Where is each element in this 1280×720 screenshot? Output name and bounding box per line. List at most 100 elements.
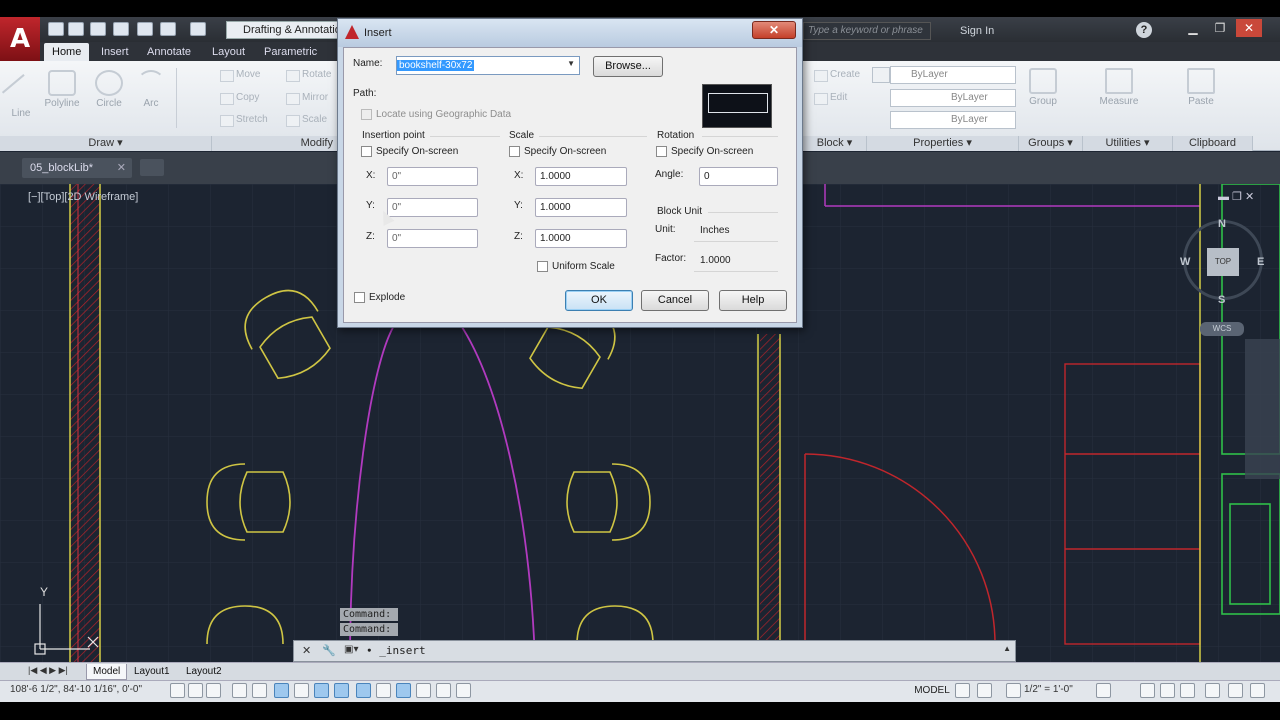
polyline-button[interactable]: Polyline (40, 70, 84, 109)
clean-screen-icon[interactable] (1228, 683, 1243, 698)
command-prompt[interactable]: ∙ _insert (366, 644, 426, 657)
selection-cycling-icon[interactable] (436, 683, 451, 698)
quick-properties-icon[interactable] (416, 683, 431, 698)
circle-button[interactable]: Circle (90, 70, 128, 109)
insertion-x-field[interactable]: 0" (387, 167, 478, 186)
color-combo[interactable]: ByLayer (890, 66, 1016, 84)
grid-icon[interactable] (206, 683, 221, 698)
insertion-y-field[interactable]: 0" (387, 198, 478, 217)
isolate-objects-icon[interactable] (1205, 683, 1220, 698)
scale-button[interactable]: Scale (284, 111, 334, 129)
tab-home[interactable]: Home (44, 43, 90, 61)
copy-button[interactable]: Copy (218, 89, 278, 107)
annotation-visibility-icon[interactable] (1096, 683, 1111, 698)
model-space-button[interactable]: MODEL (912, 683, 952, 699)
infer-constraints-icon[interactable] (170, 683, 185, 698)
tab-annotate[interactable]: Annotate (139, 43, 199, 61)
recent-commands-icon[interactable]: ▣▾ (344, 644, 358, 655)
hardware-acceleration-icon[interactable] (1180, 683, 1195, 698)
cancel-button[interactable]: Cancel (641, 290, 709, 311)
lineweight-combo[interactable]: ByLayer (890, 111, 1016, 129)
block-edit-button[interactable]: Edit (812, 89, 868, 107)
restore-icon[interactable]: ❐ (1207, 19, 1233, 37)
viewcube-west[interactable]: W (1180, 256, 1190, 268)
chevron-down-icon[interactable]: ▼ (567, 59, 575, 68)
tab-insert[interactable]: Insert (93, 43, 137, 61)
linetype-combo[interactable]: ByLayer (890, 89, 1016, 107)
command-line[interactable]: ✕ 🔧 ▣▾ ∙ _insert ▲ (293, 640, 1016, 662)
close-tab-icon[interactable]: ✕ (117, 158, 126, 178)
ducs-icon[interactable] (334, 683, 349, 698)
angle-field[interactable]: 0 (699, 167, 778, 186)
name-combo[interactable]: bookshelf-30x72 ▼ (396, 56, 580, 75)
search-input[interactable]: Type a keyword or phrase (803, 22, 931, 40)
tab-layout2[interactable]: Layout2 (180, 664, 228, 680)
coordinates-readout[interactable]: 108'-6 1/2", 84'-10 1/16", 0'-0" (10, 684, 142, 695)
match-properties-icon[interactable] (872, 67, 890, 83)
osnap-icon[interactable] (274, 683, 289, 698)
annotation-monitor-icon[interactable] (456, 683, 471, 698)
arc-button[interactable]: Arc (136, 70, 166, 109)
clipboard-panel-title[interactable]: Clipboard (1173, 136, 1253, 151)
viewcube-east[interactable]: E (1257, 256, 1264, 268)
viewcube-north[interactable]: N (1218, 218, 1226, 230)
tab-layout[interactable]: Layout (204, 43, 253, 61)
undo-icon[interactable] (160, 22, 176, 36)
minimize-icon[interactable]: ▁ (1180, 19, 1206, 37)
status-menu-icon[interactable] (1250, 683, 1265, 698)
move-button[interactable]: Move (218, 66, 278, 84)
window-close-icon[interactable]: ✕ (1236, 19, 1262, 37)
quick-view-drawings-icon[interactable] (977, 683, 992, 698)
ok-button[interactable]: OK (565, 290, 633, 311)
rotation-specify-checkbox[interactable] (656, 146, 667, 157)
viewcube-top-face[interactable]: TOP (1207, 248, 1239, 276)
scale-y-field[interactable]: 1.0000 (535, 198, 627, 217)
annotation-scale-icon[interactable] (1006, 683, 1021, 698)
new-tab-button[interactable] (140, 159, 164, 176)
3d-osnap-icon[interactable] (294, 683, 309, 698)
uniform-scale-checkbox[interactable] (537, 261, 548, 272)
tab-model[interactable]: Model (86, 664, 128, 680)
customize-icon[interactable]: 🔧 (322, 644, 336, 657)
insertion-specify-checkbox[interactable] (361, 146, 372, 157)
utilities-panel-title[interactable]: Utilities ▾ (1083, 136, 1173, 151)
viewport-controls[interactable]: [−][Top][2D Wireframe] (28, 191, 138, 203)
quick-view-layouts-icon[interactable] (955, 683, 970, 698)
otrack-icon[interactable] (314, 683, 329, 698)
viewcube-south[interactable]: S (1218, 294, 1225, 306)
modify-panel-title[interactable]: Modify (212, 136, 338, 151)
group-button[interactable]: Group (1023, 68, 1063, 107)
line-button[interactable]: Line (1, 70, 41, 119)
file-tab[interactable]: 05_blockLib* ✕ (22, 158, 132, 178)
layout-nav-arrows[interactable]: |◀ ◀ ▶ ▶| (28, 665, 68, 676)
command-expand-icon[interactable]: ▲ (1003, 644, 1011, 653)
snap-icon[interactable] (188, 683, 203, 698)
workspace-switching-icon[interactable] (1140, 683, 1155, 698)
dialog-titlebar[interactable] (338, 19, 802, 47)
open-icon[interactable] (68, 22, 84, 36)
viewport-window-controls[interactable]: ▬ ❐ ✕ (1218, 190, 1254, 203)
insertion-z-field[interactable]: 0" (387, 229, 478, 248)
block-panel-title[interactable]: Block ▾ (803, 136, 867, 151)
scale-specify-checkbox[interactable] (509, 146, 520, 157)
groups-panel-title[interactable]: Groups ▾ (1019, 136, 1083, 151)
lock-icon[interactable] (1160, 683, 1175, 698)
dialog-close-icon[interactable]: ✕ (752, 21, 796, 39)
save-as-icon[interactable] (113, 22, 129, 36)
lineweight-icon[interactable] (376, 683, 391, 698)
workspace-switcher[interactable]: Drafting & Annotation (226, 21, 346, 39)
browse-button[interactable]: Browse... (593, 56, 663, 77)
save-icon[interactable] (90, 22, 106, 36)
scale-z-field[interactable]: 1.0000 (535, 229, 627, 248)
explode-checkbox[interactable] (354, 292, 365, 303)
stretch-button[interactable]: Stretch (218, 111, 278, 129)
paste-button[interactable]: Paste (1182, 68, 1220, 107)
block-create-button[interactable]: Create (812, 66, 868, 84)
ortho-icon[interactable] (232, 683, 247, 698)
annotation-scale[interactable]: 1/2" = 1'-0" (1024, 684, 1073, 695)
dyn-icon[interactable] (356, 683, 371, 698)
geographic-data-checkbox[interactable] (361, 109, 372, 120)
help-icon[interactable]: ? (1136, 22, 1152, 38)
scale-x-field[interactable]: 1.0000 (535, 167, 627, 186)
rotate-button[interactable]: Rotate (284, 66, 334, 84)
